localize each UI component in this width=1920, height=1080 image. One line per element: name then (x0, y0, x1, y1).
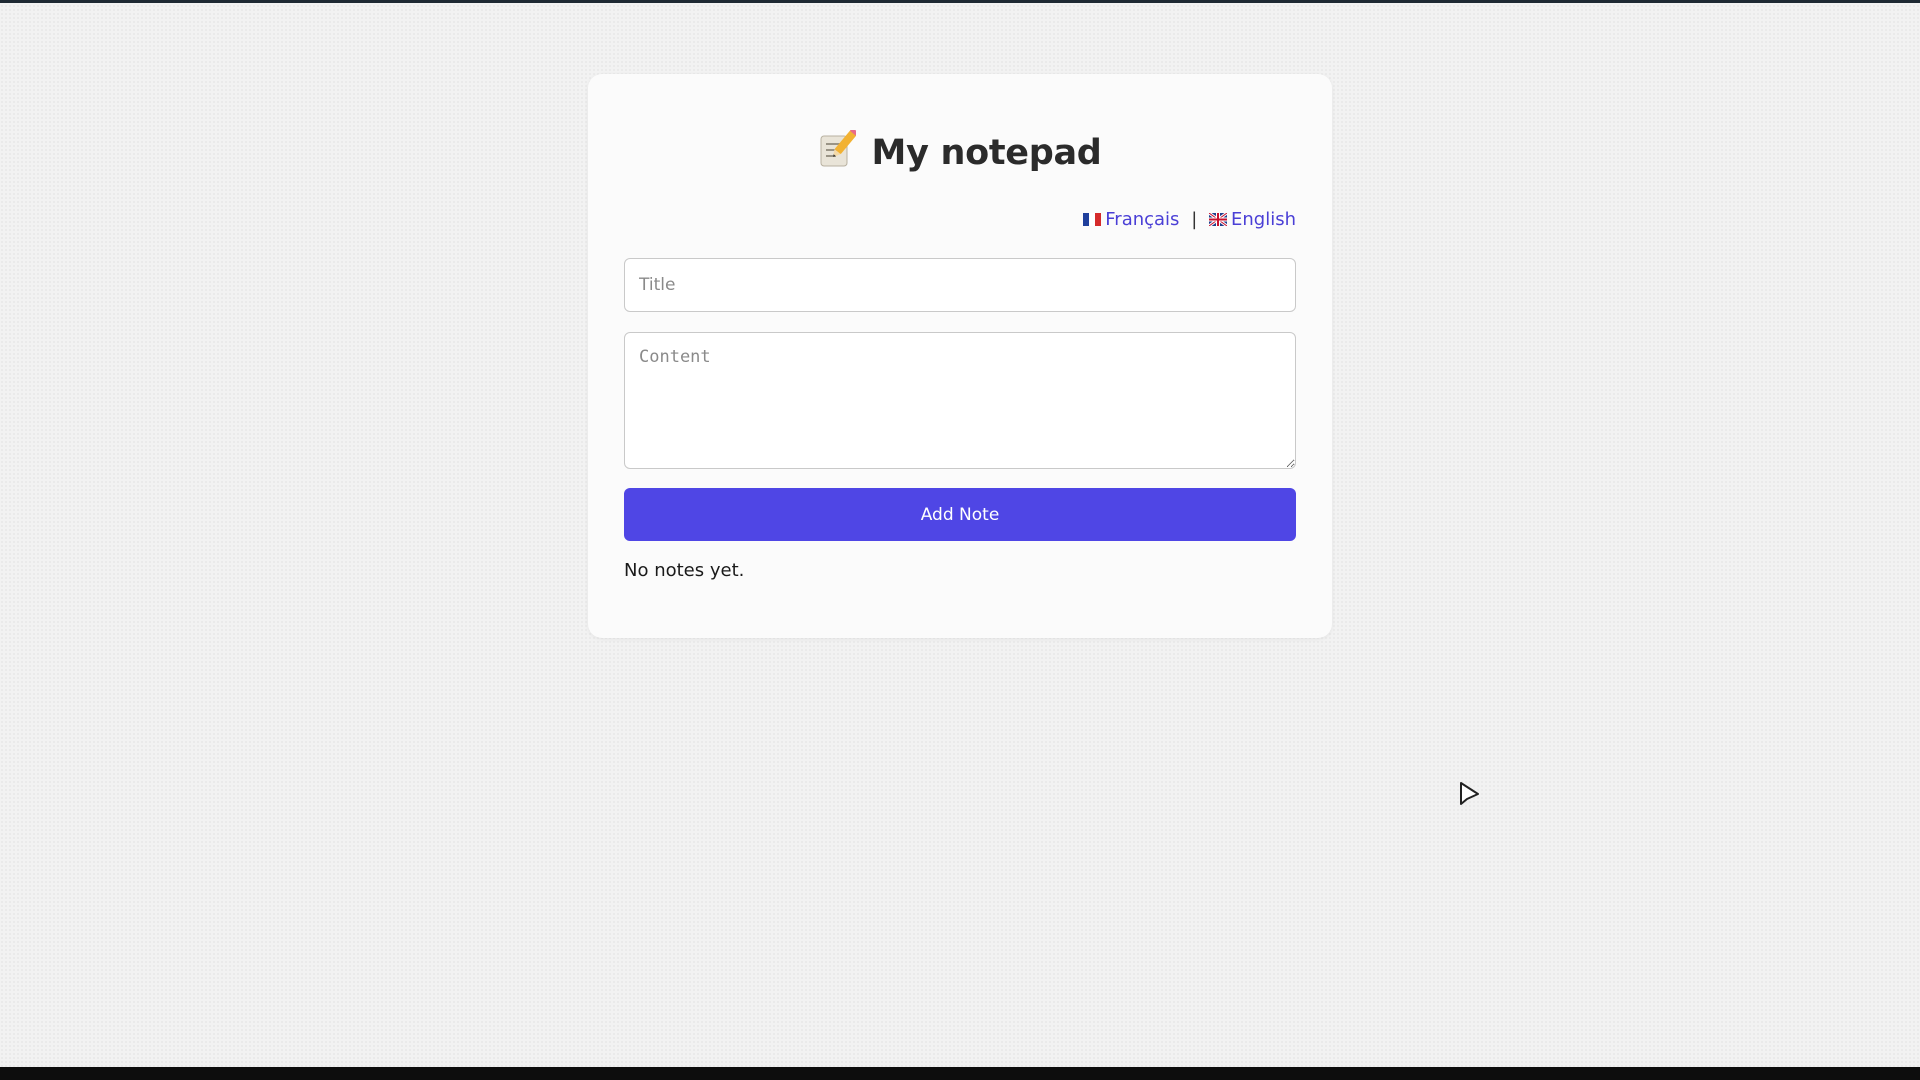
language-switcher: Français | English (1083, 209, 1296, 230)
memo-pencil-icon (820, 130, 857, 167)
empty-notes-message: No notes yet. (624, 560, 745, 581)
note-title-input[interactable] (624, 258, 1296, 312)
france-flag-icon (1083, 213, 1102, 226)
note-content-textarea[interactable] (624, 332, 1296, 469)
bottom-edge-bar (0, 1067, 1920, 1080)
language-label-english: English (1231, 209, 1296, 230)
language-label-french: Français (1105, 209, 1180, 230)
uk-flag-icon (1209, 213, 1227, 226)
notepad-card: My notepad Français | English Title Cont… (588, 74, 1332, 638)
add-note-button[interactable]: Add Note (624, 488, 1296, 541)
language-separator: | (1191, 209, 1198, 230)
language-link-english[interactable]: English (1209, 209, 1296, 230)
page-title-row: My notepad (588, 130, 1332, 187)
mouse-pointer-icon (1460, 782, 1479, 805)
top-edge-line (0, 0, 1920, 3)
language-link-french[interactable]: Français (1083, 209, 1185, 230)
page-title: My notepad (871, 133, 1102, 173)
